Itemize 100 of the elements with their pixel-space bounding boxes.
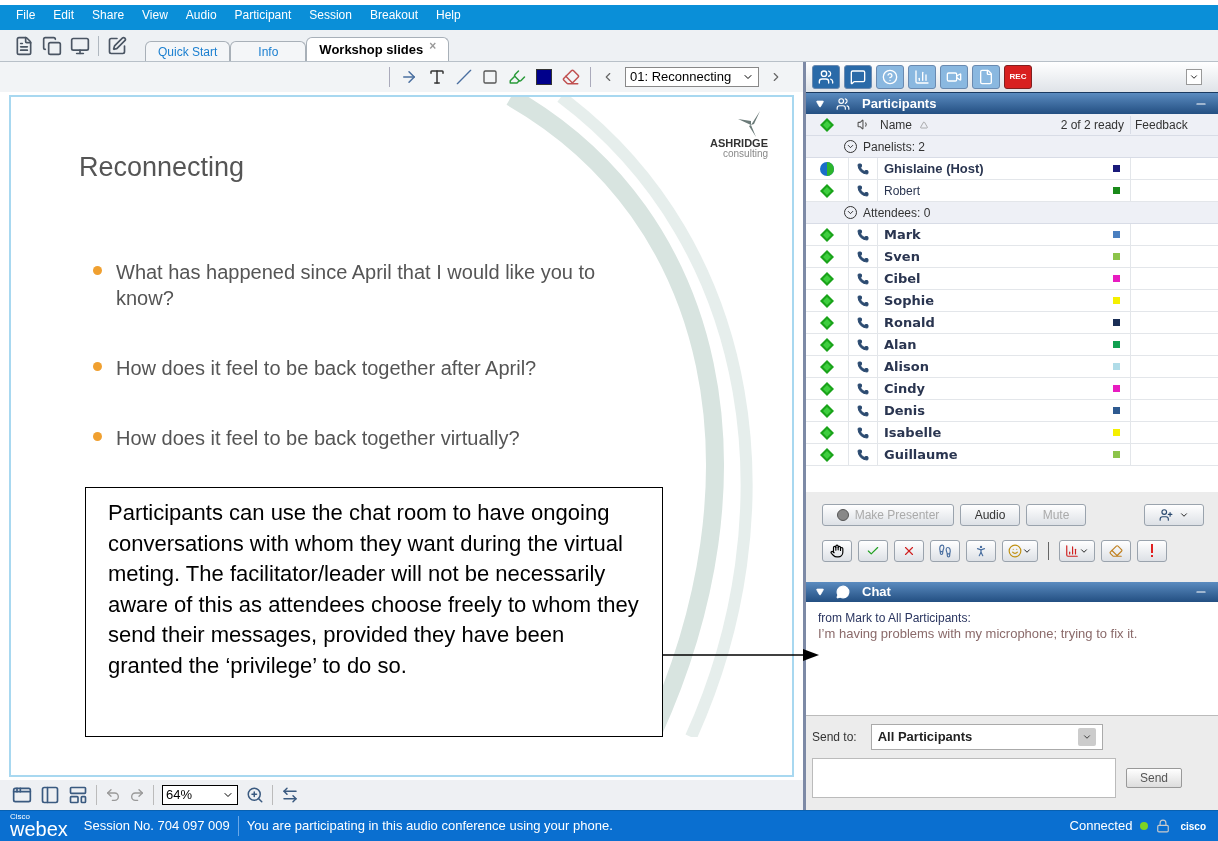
- action-button[interactable]: Audio: [960, 504, 1020, 526]
- logo-subtitle: consulting: [722, 149, 768, 159]
- collapse-icon[interactable]: [816, 99, 824, 108]
- chart-button[interactable]: [1059, 540, 1095, 562]
- status-diamond-icon: [820, 249, 834, 264]
- zoom-select[interactable]: 64%: [162, 785, 238, 805]
- menu-item[interactable]: Breakout: [369, 6, 418, 24]
- undo-icon[interactable]: [105, 787, 121, 803]
- phone-icon: [857, 250, 869, 263]
- brand-name: webex: [10, 819, 68, 839]
- eraser-button[interactable]: [1101, 540, 1131, 562]
- eraser-icon: [1109, 544, 1123, 558]
- phone-icon: [857, 184, 869, 197]
- add-user-icon: [1159, 508, 1173, 522]
- panel-button[interactable]: [940, 65, 968, 89]
- layout-icon[interactable]: [68, 785, 88, 805]
- raise-hand-button[interactable]: [822, 540, 852, 562]
- panel-options-button[interactable]: [1186, 69, 1202, 85]
- bullet-text: What has happened since April that I would like you to know?: [116, 259, 597, 311]
- phone-icon: [857, 228, 869, 241]
- video-camera-icon: [946, 69, 962, 85]
- layout-icon[interactable]: [40, 785, 60, 805]
- column-header[interactable]: Feedback: [1130, 115, 1218, 134]
- chat-icon: [850, 69, 866, 85]
- phone-icon: [857, 162, 869, 175]
- menu-item[interactable]: View: [142, 6, 168, 24]
- participant-name[interactable]: Sophie: [884, 290, 935, 311]
- panel-button[interactable]: [908, 65, 936, 89]
- help-icon: [882, 69, 898, 85]
- participant-name[interactable]: Isabelle: [884, 422, 942, 443]
- status-diamond-icon: [820, 183, 834, 198]
- phone-icon: [857, 448, 869, 461]
- zoom-in-icon[interactable]: [246, 786, 264, 804]
- tab[interactable]: Workshop slides ×: [306, 37, 450, 61]
- menu-item[interactable]: Audio: [185, 6, 217, 24]
- message-input[interactable]: [812, 758, 1116, 798]
- color-picker[interactable]: [536, 69, 552, 85]
- menu-item[interactable]: Share: [92, 6, 125, 24]
- panel-button[interactable]: [876, 65, 904, 89]
- faster-button[interactable]: [930, 540, 960, 562]
- panel-button[interactable]: [844, 65, 872, 89]
- status-diamond-icon: [820, 293, 834, 308]
- tab[interactable]: Quick Start: [145, 41, 231, 61]
- menu-item[interactable]: Session: [309, 6, 352, 24]
- group-label: Panelists: 2: [863, 138, 926, 156]
- speaker-icon: [856, 118, 870, 131]
- arrow-tool-icon[interactable]: [400, 68, 418, 86]
- people-icon: [818, 69, 834, 85]
- windows-icon[interactable]: [42, 35, 62, 56]
- participant-name[interactable]: Cindy: [884, 378, 926, 399]
- column-header[interactable]: Name: [880, 115, 912, 134]
- status-diamond-icon: [820, 403, 834, 418]
- phone-icon: [857, 272, 869, 285]
- recipient-select[interactable]: All Participants: [870, 724, 1103, 750]
- send-button[interactable]: Send: [1126, 768, 1182, 788]
- menu-item[interactable]: Participant: [234, 6, 292, 24]
- phone-icon: [857, 338, 869, 351]
- layout-icon[interactable]: [12, 785, 32, 805]
- participant-name[interactable]: Guillaume: [884, 444, 958, 465]
- group-label: Attendees: 0: [863, 204, 931, 222]
- participant-name[interactable]: Robert: [884, 181, 921, 200]
- swap-icon[interactable]: [281, 786, 299, 804]
- slower-button[interactable]: [966, 540, 996, 562]
- participant-name[interactable]: Alan: [884, 334, 917, 355]
- alert-button[interactable]: [1137, 540, 1167, 562]
- panel-button[interactable]: [812, 65, 840, 89]
- document-icon[interactable]: [14, 35, 34, 56]
- participant-name[interactable]: Alison: [884, 356, 929, 377]
- panel-title: Chat: [862, 583, 892, 602]
- add-user-button[interactable]: [1144, 504, 1204, 526]
- yes-button[interactable]: [858, 540, 888, 562]
- participant-name[interactable]: Ghislaine (Host): [884, 158, 984, 179]
- status-diamond-icon: [820, 359, 834, 374]
- page-select[interactable]: 01: Reconnecting: [625, 67, 759, 87]
- eraser-icon[interactable]: [562, 68, 580, 86]
- annotate-icon[interactable]: [107, 35, 127, 56]
- status-diamond-icon: [820, 315, 834, 330]
- menu-item[interactable]: Edit: [53, 6, 75, 24]
- participant-name[interactable]: Sven: [884, 246, 920, 267]
- ready-count: 2 of 2 ready: [1059, 116, 1125, 134]
- redo-icon[interactable]: [129, 787, 145, 803]
- emoticon-button[interactable]: [1002, 540, 1038, 562]
- menu-item[interactable]: File: [16, 6, 36, 24]
- menu-item[interactable]: Help: [436, 6, 461, 24]
- highlighter-icon[interactable]: [508, 68, 526, 86]
- screen-icon[interactable]: [70, 35, 90, 56]
- check-icon: [866, 544, 880, 558]
- record-button[interactable]: REC: [1004, 65, 1032, 89]
- phone-icon: [857, 426, 869, 439]
- participant-name[interactable]: Denis: [884, 400, 926, 421]
- text-tool-icon[interactable]: [428, 68, 446, 86]
- collapse-icon[interactable]: [816, 588, 824, 596]
- participant-name[interactable]: Mark: [884, 224, 921, 245]
- participant-name[interactable]: Ronald: [884, 312, 935, 333]
- line-tool-icon[interactable]: [456, 69, 472, 85]
- tab[interactable]: Info: [230, 41, 307, 61]
- participant-name[interactable]: Cibel: [884, 268, 921, 289]
- panel-button[interactable]: [972, 65, 1000, 89]
- rectangle-tool-icon[interactable]: [482, 69, 498, 85]
- no-button[interactable]: [894, 540, 924, 562]
